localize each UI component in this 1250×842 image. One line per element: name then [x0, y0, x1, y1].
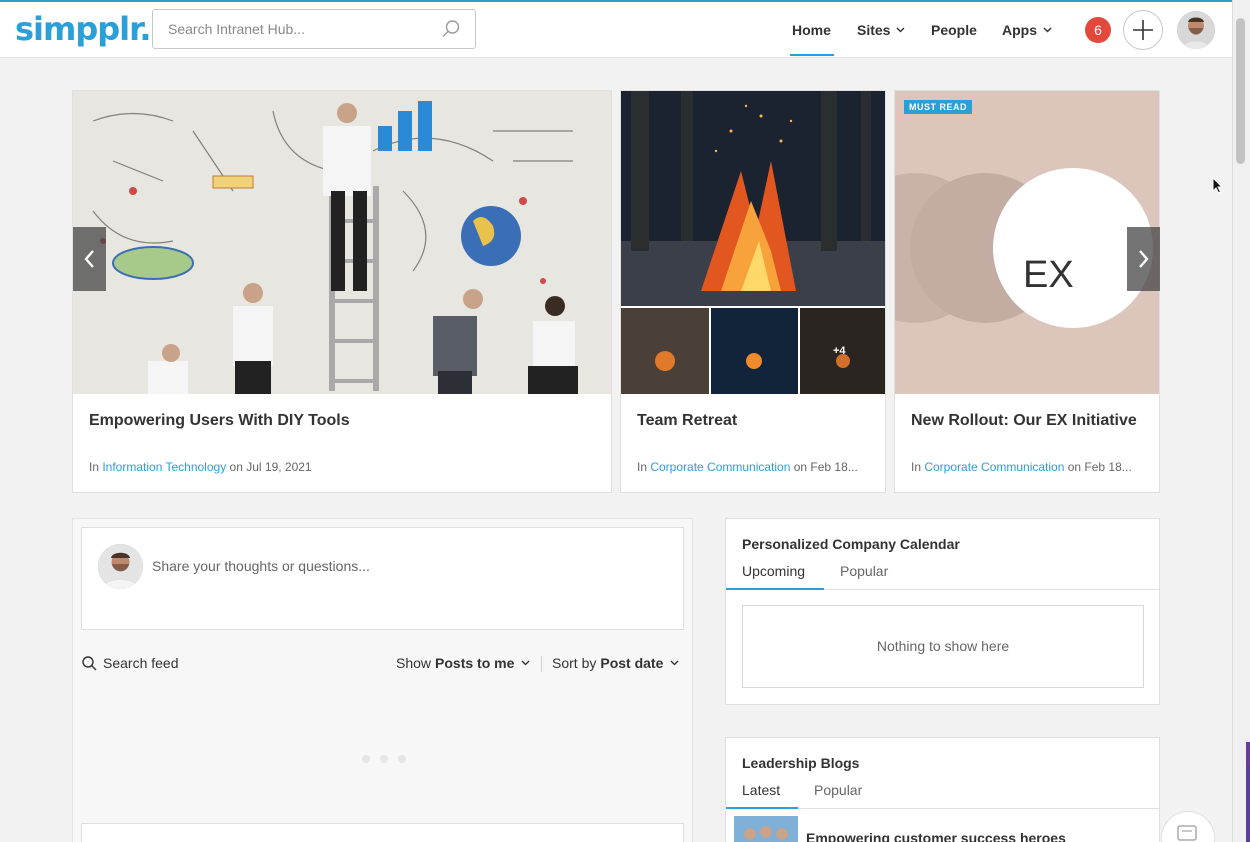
floating-action-button[interactable]: [1161, 811, 1215, 842]
nav-people-label: People: [931, 22, 977, 38]
photo-album: +4: [621, 91, 885, 394]
intranet-search-box[interactable]: [152, 9, 476, 49]
featured-card[interactable]: EX MUST READ New Rollout: Our EX Initiat…: [894, 90, 1160, 493]
meta-prefix: In: [911, 460, 925, 474]
must-read-badge: MUST READ: [904, 100, 972, 114]
search-feed-button[interactable]: Search feed: [82, 655, 179, 671]
feedback-icon: [1177, 825, 1197, 841]
chevron-down-icon: [670, 660, 679, 666]
card-title[interactable]: New Rollout: Our EX Initiative: [911, 412, 1137, 430]
blog-post-title[interactable]: Empowering customer success heroes: [806, 830, 1066, 842]
featured-image: [73, 91, 611, 394]
nav-sites[interactable]: Sites: [857, 2, 905, 58]
nav-home-label: Home: [792, 22, 831, 38]
sort-label: Sort by: [552, 655, 597, 671]
meta-date: on Feb 18...: [790, 460, 858, 474]
carousel-next-button[interactable]: [1127, 227, 1160, 291]
nav-apps-label: Apps: [1002, 22, 1037, 38]
create-content-button[interactable]: [1123, 10, 1163, 50]
search-input[interactable]: [153, 10, 423, 48]
card-meta: In Corporate Communication on Feb 18...: [637, 460, 875, 474]
show-label: Show: [396, 655, 432, 671]
chevron-right-icon: [1139, 250, 1149, 268]
sort-dropdown[interactable]: Sort by Post date: [552, 655, 679, 671]
nav-sites-label: Sites: [857, 22, 891, 38]
search-icon: [82, 655, 97, 670]
chevron-down-icon: [521, 660, 530, 666]
empty-state: Nothing to show here: [742, 605, 1144, 688]
scroll-marker: [1246, 766, 1250, 842]
widget-title: Leadership Blogs: [742, 755, 860, 771]
composer-avatar: [98, 544, 143, 589]
widget-title: Personalized Company Calendar: [742, 536, 960, 552]
show-value: Posts to me: [435, 655, 515, 671]
card-title[interactable]: Team Retreat: [637, 412, 737, 430]
site-link[interactable]: Information Technology: [102, 460, 226, 474]
featured-card[interactable]: Empowering Users With DIY Tools In Infor…: [72, 90, 612, 493]
more-photos-count[interactable]: +4: [833, 345, 846, 357]
show-filter-dropdown[interactable]: Show Posts to me: [396, 655, 530, 671]
tab-upcoming[interactable]: Upcoming: [742, 563, 805, 579]
calendar-widget: Personalized Company Calendar Upcoming P…: [725, 518, 1160, 705]
card-title[interactable]: Empowering Users With DIY Tools: [89, 412, 350, 430]
chevron-left-icon: [84, 250, 94, 268]
feed-post[interactable]: [81, 823, 684, 842]
plus-icon: [1133, 20, 1153, 40]
blog-thumbnail[interactable]: [734, 816, 798, 842]
user-avatar[interactable]: [1177, 11, 1215, 49]
search-feed-label: Search feed: [103, 655, 179, 671]
active-tab-indicator: [726, 588, 824, 590]
divider: [541, 656, 542, 672]
sort-value: Post date: [600, 655, 664, 671]
ex-graphic-text: EX: [1023, 254, 1074, 296]
scrollbar-thumb[interactable]: [1236, 18, 1245, 164]
tab-latest[interactable]: Latest: [742, 782, 780, 798]
scroll-marker: [1246, 742, 1250, 766]
active-tab-indicator: [726, 807, 798, 809]
post-composer[interactable]: Share your thoughts or questions...: [81, 527, 684, 630]
card-meta: In Corporate Communication on Feb 18...: [911, 460, 1149, 474]
meta-date: on Jul 19, 2021: [226, 460, 312, 474]
nav-apps[interactable]: Apps: [1002, 2, 1052, 58]
top-navigation-bar: simpplr. Home Sites People Apps 6: [0, 0, 1232, 58]
active-nav-indicator: [790, 54, 834, 56]
tab-popular[interactable]: Popular: [840, 563, 888, 579]
card-meta: In Information Technology on Jul 19, 202…: [89, 460, 312, 474]
chevron-down-icon: [896, 27, 905, 33]
blogs-tabs: Latest Popular: [726, 780, 1159, 809]
leadership-blogs-widget: Leadership Blogs Latest Popular Empoweri…: [725, 737, 1160, 842]
site-link[interactable]: Corporate Communication: [650, 460, 790, 474]
meta-prefix: In: [89, 460, 103, 474]
search-icon[interactable]: [441, 19, 461, 39]
chevron-down-icon: [1043, 27, 1052, 33]
calendar-tabs: Upcoming Popular: [726, 561, 1159, 590]
carousel-prev-button[interactable]: [73, 227, 106, 291]
loading-indicator: [362, 755, 406, 763]
meta-date: on Feb 18...: [1064, 460, 1132, 474]
featured-image: EX MUST READ: [895, 91, 1159, 394]
mouse-cursor: [1212, 177, 1224, 194]
featured-card[interactable]: +4 Team Retreat In Corporate Communicati…: [620, 90, 886, 493]
tab-popular[interactable]: Popular: [814, 782, 862, 798]
notifications-badge[interactable]: 6: [1085, 17, 1111, 43]
site-link[interactable]: Corporate Communication: [924, 460, 1064, 474]
simpplr-logo[interactable]: simpplr.: [15, 10, 152, 48]
meta-prefix: In: [637, 460, 651, 474]
composer-placeholder[interactable]: Share your thoughts or questions...: [152, 558, 370, 574]
nav-people[interactable]: People: [931, 2, 977, 58]
nav-home[interactable]: Home: [792, 2, 831, 58]
